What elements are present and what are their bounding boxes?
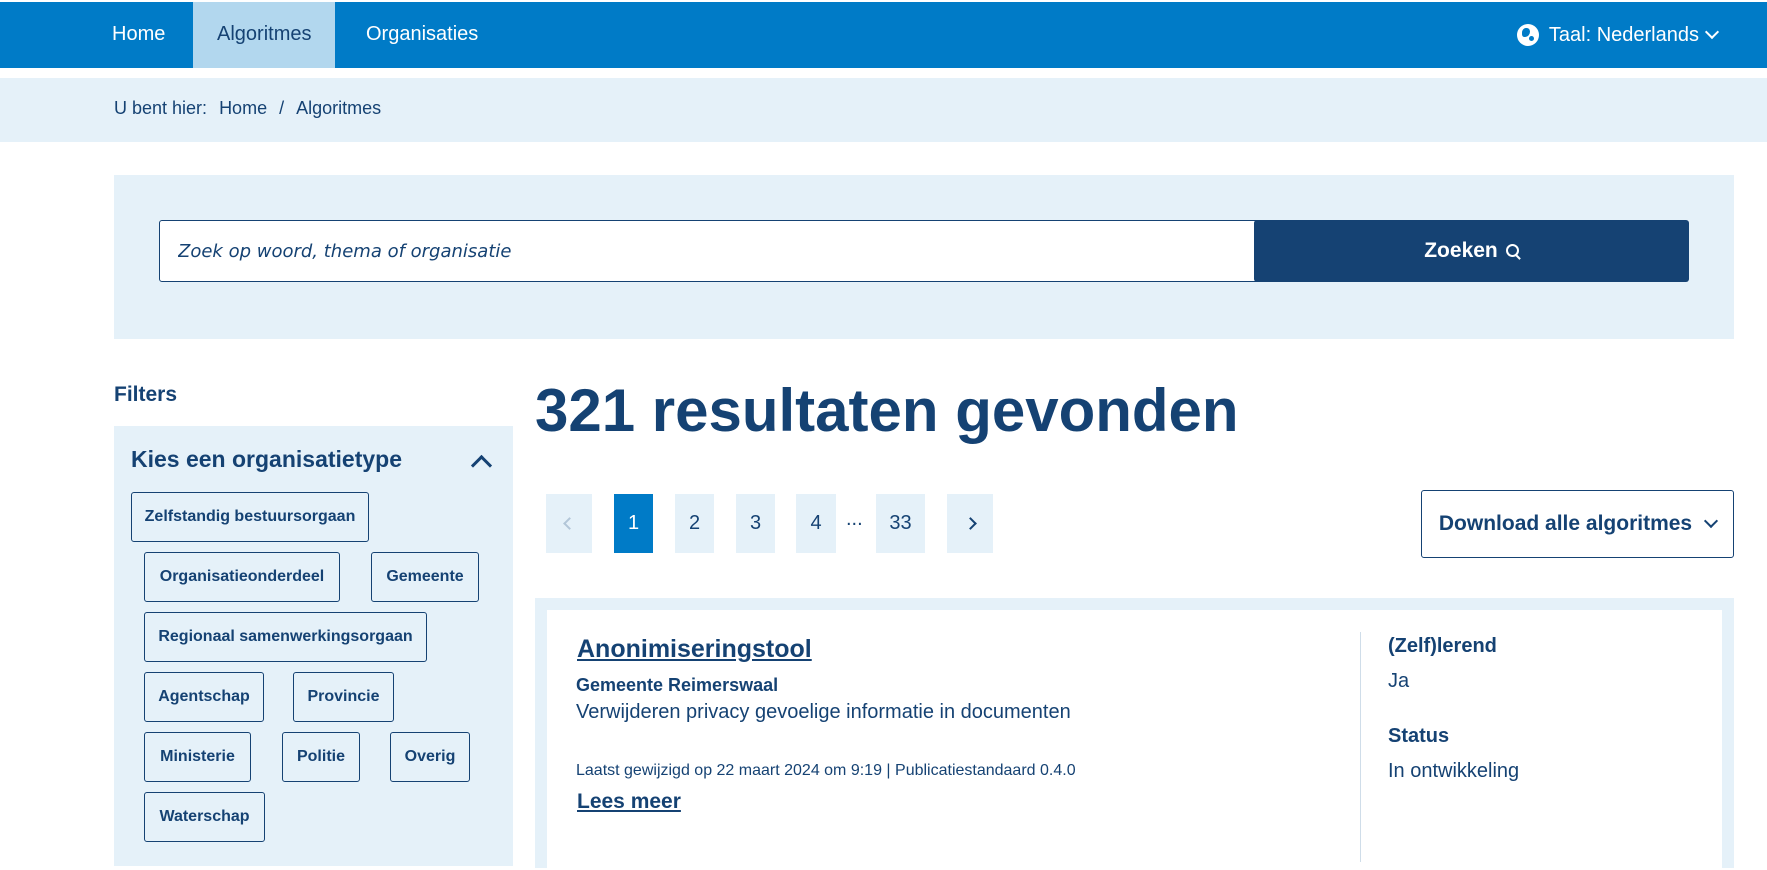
result-card: Anonimiseringstool Gemeente Reimerswaal …	[547, 610, 1722, 870]
search-button[interactable]: Zoeken	[1254, 220, 1689, 282]
self-learning-label: (Zelf)lerend	[1388, 635, 1497, 657]
breadcrumb-current: Algoritmes	[296, 98, 382, 118]
pagination-ellipsis: ...	[846, 508, 863, 530]
filter-chip-waterschap[interactable]: Waterschap	[144, 792, 265, 842]
language-selector[interactable]: Taal: Nederlands	[1516, 2, 1720, 68]
filter-chip-gemeente[interactable]: Gemeente	[371, 552, 479, 602]
filter-chip-politie[interactable]: Politie	[282, 732, 360, 782]
breadcrumb-prefix: U bent hier:	[114, 98, 208, 118]
chevron-up-icon[interactable]	[470, 454, 493, 477]
breadcrumb-bar: U bent hier: Home / Algoritmes	[0, 78, 1767, 142]
filter-panel: Kies een organisatietype Zelfstandig bes…	[114, 426, 513, 866]
download-all-button[interactable]: Download alle algoritmes	[1421, 490, 1734, 558]
filter-chip-organisatieonderdeel[interactable]: Organisatieonderdeel	[144, 552, 340, 602]
chevron-down-icon	[1704, 24, 1720, 40]
pagination-page-4[interactable]: 4	[796, 494, 836, 553]
status-label: Status	[1388, 725, 1450, 747]
filter-chip-overig[interactable]: Overig	[390, 732, 470, 782]
download-all-label: Download alle algoritmes	[1438, 512, 1693, 535]
breadcrumb-home[interactable]: Home	[219, 98, 267, 119]
result-divider	[1360, 632, 1361, 862]
chevron-down-icon	[1704, 513, 1719, 529]
search-input[interactable]	[159, 220, 1265, 282]
pagination-page-1[interactable]: 1	[614, 494, 653, 553]
chevron-right-icon	[963, 517, 977, 530]
results-heading: 321 resultaten gevonden	[535, 377, 1239, 444]
nav-tab-organisaties[interactable]: Organisaties	[342, 2, 502, 68]
filter-chip-provincie[interactable]: Provincie	[293, 672, 394, 722]
search-panel: Zoeken	[114, 175, 1734, 339]
filter-chip-zbo[interactable]: Zelfstandig bestuursorgaan	[131, 492, 369, 542]
self-learning-value: Ja	[1388, 670, 1410, 692]
pagination-page-2[interactable]: 2	[675, 494, 714, 553]
result-title-link[interactable]: Anonimiseringstool	[577, 635, 812, 664]
breadcrumb: U bent hier: Home / Algoritmes	[114, 98, 381, 119]
pagination-page-33[interactable]: 33	[876, 494, 925, 553]
filter-chip-regionaal[interactable]: Regionaal samenwerkingsorgaan	[144, 612, 427, 662]
result-organisation: Gemeente Reimerswaal	[576, 675, 779, 695]
read-more-link[interactable]: Lees meer	[577, 790, 681, 814]
chevron-left-icon	[562, 517, 576, 530]
nav-tab-algoritmes[interactable]: Algoritmes	[193, 2, 336, 68]
nav-tab-home[interactable]: Home	[88, 2, 189, 68]
result-description: Verwijderen privacy gevoelige informatie…	[576, 701, 1071, 723]
breadcrumb-separator: /	[279, 98, 285, 118]
result-list: Anonimiseringstool Gemeente Reimerswaal …	[535, 598, 1734, 870]
globe-icon	[1516, 24, 1539, 46]
filter-chip-agentschap[interactable]: Agentschap	[144, 672, 264, 722]
pagination-previous	[546, 494, 592, 553]
search-icon	[1505, 243, 1519, 257]
filter-chip-ministerie[interactable]: Ministerie	[144, 732, 251, 782]
language-label: Taal: Nederlands	[1548, 23, 1699, 46]
pagination-page-3[interactable]: 3	[736, 494, 775, 553]
top-navigation: Home Algoritmes Organisaties Taal: Neder…	[0, 2, 1767, 68]
filter-group-title[interactable]: Kies een organisatietype	[131, 446, 402, 473]
search-button-label: Zoeken	[1424, 239, 1498, 262]
filters-title: Filters	[114, 383, 178, 406]
status-value: In ontwikkeling	[1388, 760, 1520, 782]
result-meta: Laatst gewijzigd op 22 maart 2024 om 9:1…	[576, 762, 1076, 779]
pagination-next[interactable]	[947, 494, 993, 553]
